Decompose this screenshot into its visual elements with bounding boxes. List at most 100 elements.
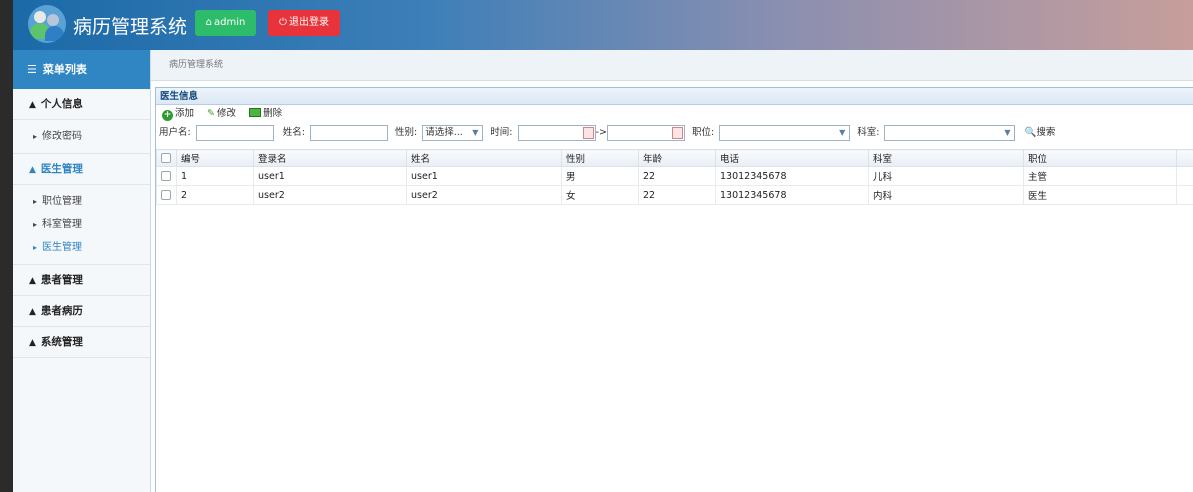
menu-title: 菜单列表 xyxy=(42,63,87,76)
search-icon: 🔍 xyxy=(1024,127,1037,138)
toolbar: + 添加 ✎ 修改 删除 xyxy=(156,105,1193,123)
sub-label: 修改密码 xyxy=(42,131,83,142)
submenu-personal: ▸ 修改密码 xyxy=(13,120,150,154)
power-icon: ⏻ xyxy=(279,17,287,28)
select-all-checkbox[interactable] xyxy=(161,153,171,163)
user-icon: ▲ xyxy=(29,307,36,317)
sub-item-position-management[interactable]: ▸ 职位管理 xyxy=(13,190,150,213)
row-checkbox[interactable] xyxy=(161,171,171,181)
filter-bar: 用户名: 姓名: 性别: 请选择... ▼ 时间: -> 职位: ▼ 科室: ▼… xyxy=(156,123,1193,143)
menu-list-header: ☰ 菜单列表 xyxy=(13,50,150,89)
breadcrumb-text: 病历管理系统 xyxy=(169,60,224,70)
chevron-down-icon: ▼ xyxy=(1004,127,1011,137)
delete-button[interactable]: 删除 xyxy=(249,105,282,123)
dept-select[interactable]: ▼ xyxy=(884,124,1016,141)
caret-right-icon: ▸ xyxy=(33,197,38,206)
sub-label: 科室管理 xyxy=(42,219,83,230)
col-header-position[interactable]: 职位 xyxy=(1023,149,1177,167)
cell-gender: 女 xyxy=(561,185,639,205)
sub-item-doctor-management[interactable]: ▸ 医生管理 xyxy=(13,236,150,259)
start-date-input[interactable] xyxy=(517,124,596,141)
nav-patient-management[interactable]: ▲ 患者管理 xyxy=(13,265,150,296)
cell-phone: 13012345678 xyxy=(715,185,869,205)
nav-patient-records[interactable]: ▲ 患者病历 xyxy=(13,296,150,327)
cell-position: 主管 xyxy=(1023,166,1177,186)
cell-filler xyxy=(1176,166,1193,186)
user-icon: ▲ xyxy=(29,276,36,286)
doctor-table: 编号 登录名 姓名 性别 年龄 电话 科室 职位 1 user1 user1 男… xyxy=(156,149,1193,205)
user-icon: ▲ xyxy=(29,338,36,348)
list-icon: ☰ xyxy=(27,63,37,76)
delete-label: 删除 xyxy=(263,108,283,119)
sidebar: ☰ 菜单列表 ▲ 个人信息 ▸ 修改密码 ▲ 医生管理 ▸ 职位管理 ▸ 科室管理 ▸ 医生管… xyxy=(13,50,151,492)
col-header-gender[interactable]: 性别 xyxy=(561,149,639,167)
chevron-down-icon: ▼ xyxy=(472,127,479,137)
calendar-icon[interactable] xyxy=(671,126,683,139)
cell-dept: 儿科 xyxy=(868,166,1024,186)
cell-id: 2 xyxy=(176,185,254,205)
table-header-row: 编号 登录名 姓名 性别 年龄 电话 科室 职位 xyxy=(156,149,1193,167)
breadcrumb: 病历管理系统 xyxy=(151,50,1193,81)
time-label: 时间: xyxy=(490,127,513,138)
nav-label: 个人信息 xyxy=(40,98,83,110)
nav-doctor-management[interactable]: ▲ 医生管理 xyxy=(13,154,150,185)
name-input[interactable] xyxy=(310,124,388,141)
col-header-age[interactable]: 年龄 xyxy=(638,149,716,167)
col-header-dept[interactable]: 科室 xyxy=(868,149,1024,167)
edit-button[interactable]: ✎ 修改 xyxy=(207,105,236,123)
panel-title: 医生信息 xyxy=(156,88,1193,105)
add-button[interactable]: + 添加 xyxy=(162,105,194,123)
caret-right-icon: ▸ xyxy=(33,132,38,141)
logout-button[interactable]: ⏻ 退出登录 xyxy=(268,10,340,36)
delete-icon xyxy=(249,108,262,117)
cell-gender: 男 xyxy=(561,166,639,186)
nav-label: 系统管理 xyxy=(40,336,83,348)
nav-label: 患者管理 xyxy=(40,274,83,286)
nav-personal-info[interactable]: ▲ 个人信息 xyxy=(13,89,150,120)
logout-label: 退出登录 xyxy=(288,17,329,28)
admin-button[interactable]: ⌂ admin xyxy=(195,10,256,36)
cell-position: 医生 xyxy=(1023,185,1177,205)
sub-label: 医生管理 xyxy=(42,242,83,253)
admin-label: admin xyxy=(214,17,246,28)
user-icon: ▲ xyxy=(29,165,36,175)
username-input[interactable] xyxy=(195,124,274,141)
system-title: 病历管理系统 xyxy=(73,16,188,38)
col-header-id[interactable]: 编号 xyxy=(176,149,254,167)
gender-select-value: 请选择... xyxy=(425,126,463,138)
row-select-cell xyxy=(156,185,177,205)
plus-icon: + xyxy=(162,110,173,121)
nav-system-management[interactable]: ▲ 系统管理 xyxy=(13,327,150,358)
select-all-cell xyxy=(156,149,177,167)
gender-select[interactable]: 请选择... ▼ xyxy=(422,124,484,141)
table-row[interactable]: 1 user1 user1 男 22 13012345678 儿科 主管 xyxy=(156,166,1193,186)
nav-label: 患者病历 xyxy=(40,305,83,317)
dept-label: 科室: xyxy=(857,127,880,138)
caret-right-icon: ▸ xyxy=(33,220,38,229)
position-select[interactable]: ▼ xyxy=(719,124,851,141)
home-icon: ⌂ xyxy=(205,17,212,28)
row-checkbox[interactable] xyxy=(161,190,171,200)
username-label: 用户名: xyxy=(159,127,191,138)
sub-item-dept-management[interactable]: ▸ 科室管理 xyxy=(13,213,150,236)
cell-age: 22 xyxy=(638,185,716,205)
search-button[interactable]: 🔍搜索 xyxy=(1024,127,1055,138)
col-header-name[interactable]: 姓名 xyxy=(406,149,562,167)
calendar-icon[interactable] xyxy=(582,126,594,139)
position-label: 职位: xyxy=(691,127,715,138)
table-row[interactable]: 2 user2 user2 女 22 13012345678 内科 医生 xyxy=(156,185,1193,205)
col-header-login[interactable]: 登录名 xyxy=(253,149,407,167)
sub-item-change-password[interactable]: ▸ 修改密码 xyxy=(13,125,150,148)
cell-login: user2 xyxy=(253,185,407,205)
col-header-phone[interactable]: 电话 xyxy=(715,149,869,167)
edit-label: 修改 xyxy=(217,108,237,119)
cell-filler xyxy=(1176,185,1193,205)
top-header: 病历管理系统 ⌂ admin ⏻ 退出登录 xyxy=(13,0,1193,50)
doctor-info-panel: 医生信息 + 添加 ✎ 修改 删除 用户名: 姓名: 性别: 请选择... ▼ … xyxy=(155,87,1193,492)
nav-label: 医生管理 xyxy=(40,163,83,175)
caret-right-icon: ▸ xyxy=(33,243,38,252)
submenu-doctor: ▸ 职位管理 ▸ 科室管理 ▸ 医生管理 xyxy=(13,185,150,265)
end-date-input[interactable] xyxy=(606,124,685,141)
row-select-cell xyxy=(156,166,177,186)
cell-age: 22 xyxy=(638,166,716,186)
